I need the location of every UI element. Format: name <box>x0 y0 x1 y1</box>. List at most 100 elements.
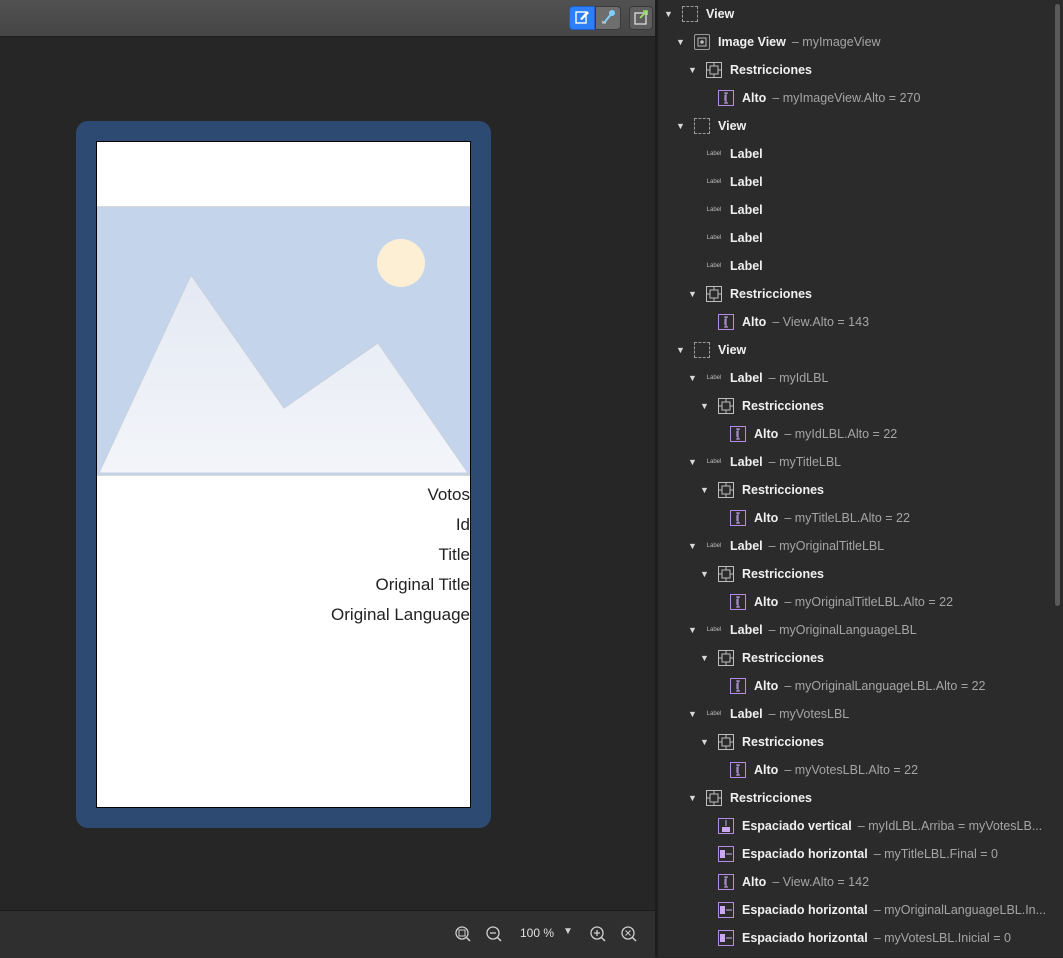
outline-row[interactable]: ▼ Restricciones <box>700 476 824 504</box>
interface-builder-canvas[interactable]: Votos Id Title Original Title Original L… <box>0 0 655 958</box>
outline-row[interactable]: ▼ View <box>676 112 746 140</box>
outline-row[interactable]: ▶LabelLabel <box>688 140 763 168</box>
image-view-placeholder[interactable] <box>97 206 470 476</box>
constraints-icon <box>718 482 734 498</box>
outline-item-name: Alto <box>754 511 779 525</box>
outline-row[interactable]: ▶LabelLabel <box>688 196 763 224</box>
height-constraint-icon <box>730 678 746 694</box>
outline-row[interactable]: ▶Alto– myOriginalTitleLBL.Alto = 22 <box>712 588 953 616</box>
assistant-editor-button[interactable] <box>595 6 621 30</box>
outline-row[interactable]: ▼ Label Label – myVotesLBL <box>688 700 849 728</box>
votes-label[interactable]: Votos <box>427 485 470 505</box>
zoom-in-icon[interactable] <box>589 925 607 943</box>
outline-row[interactable]: ▼ Label Label – myOriginalLanguageLBL <box>688 616 917 644</box>
disclosure-triangle-icon[interactable]: ▼ <box>700 401 710 411</box>
outline-row[interactable]: ▶LabelLabel <box>688 252 763 280</box>
outline-row[interactable]: ▶Alto– View.Alto = 142 <box>700 868 869 896</box>
constraints-icon <box>718 734 734 750</box>
outline-item-name: Image View <box>718 35 786 49</box>
disclosure-triangle-icon[interactable]: ▼ <box>688 541 698 551</box>
outline-row[interactable]: ▼ Restricciones <box>688 784 812 812</box>
outline-item-name: Restricciones <box>730 287 812 301</box>
outline-item-name: Label <box>730 371 763 385</box>
outline-row[interactable]: ▼ Restricciones <box>688 56 812 84</box>
outline-row[interactable]: ▼ View <box>664 0 734 28</box>
height-constraint-icon <box>730 426 746 442</box>
standard-editor-button[interactable] <box>569 6 595 30</box>
outline-item-detail: – myOriginalTitleLBL <box>768 539 885 553</box>
disclosure-triangle-icon[interactable]: ▼ <box>688 457 698 467</box>
zoom-dropdown-icon[interactable]: ▼ <box>563 926 573 937</box>
disclosure-triangle-icon[interactable]: ▼ <box>700 569 710 579</box>
original-language-label[interactable]: Original Language <box>331 605 470 625</box>
original-title-label[interactable]: Original Title <box>376 575 470 595</box>
document-outline[interactable]: ▼ View ▼ Image View – myImageView ▼ Restriccio… <box>658 0 1063 957</box>
outline-item-name: Alto <box>742 91 767 105</box>
disclosure-triangle-icon[interactable]: ▼ <box>688 289 698 299</box>
disclosure-triangle-icon[interactable]: ▼ <box>688 793 698 803</box>
disclosure-triangle-icon[interactable]: ▼ <box>688 65 698 75</box>
canvas-options-button[interactable] <box>629 6 653 30</box>
outline-row[interactable]: ▼ Label Label – myIdLBL <box>688 364 828 392</box>
outline-row[interactable]: ▼ Restricciones <box>700 728 824 756</box>
disclosure-triangle-icon[interactable]: ▼ <box>700 737 710 747</box>
outline-item-detail: – View.Alto = 143 <box>772 315 870 329</box>
id-label[interactable]: Id <box>456 515 470 535</box>
disclosure-triangle-icon[interactable]: ▼ <box>676 121 686 131</box>
outline-row[interactable]: ▼ Restricciones <box>700 644 824 672</box>
zoom-out-icon[interactable] <box>485 925 503 943</box>
outline-item-name: Label <box>730 203 763 217</box>
image-placeholder-icon <box>98 239 469 474</box>
outline-row[interactable]: ▶Espaciado horizontal– myOriginalLanguag… <box>700 896 1046 924</box>
outline-row[interactable]: ▼ Restricciones <box>700 560 824 588</box>
zoom-actual-size-icon[interactable] <box>620 925 638 943</box>
disclosure-triangle-icon[interactable]: ▼ <box>700 485 710 495</box>
zoom-level[interactable]: 100 % <box>520 926 554 940</box>
outline-row[interactable]: ▶Alto– myIdLBL.Alto = 22 <box>712 420 897 448</box>
title-label[interactable]: Title <box>439 545 471 565</box>
image-view-icon <box>694 34 710 50</box>
outline-item-name: Alto <box>754 595 779 609</box>
constraints-icon <box>718 566 734 582</box>
outline-row[interactable]: ▼ View <box>676 336 746 364</box>
outline-row[interactable]: ▶LabelLabel <box>688 224 763 252</box>
outline-row[interactable]: ▶Alto– View.Alto = 143 <box>700 308 869 336</box>
outline-item-name: Label <box>730 455 763 469</box>
disclosure-triangle-icon[interactable]: ▼ <box>664 9 674 19</box>
outline-row[interactable]: ▶Espaciado horizontal– myTitleLBL.Final … <box>700 840 998 868</box>
outline-row[interactable]: ▶Espaciado vertical– myIdLBL.Arriba = my… <box>700 812 1042 840</box>
outline-item-name: Espaciado horizontal <box>742 903 868 917</box>
outline-row[interactable]: ▼ Label Label – myOriginalTitleLBL <box>688 532 884 560</box>
outline-row[interactable]: ▼ Restricciones <box>688 280 812 308</box>
height-constraint-icon <box>718 314 734 330</box>
height-constraint-icon <box>718 874 734 890</box>
outline-row[interactable]: ▼ Restricciones <box>700 392 824 420</box>
zoom-to-fit-icon[interactable] <box>454 925 472 943</box>
outline-row[interactable]: ▶Espaciado horizontal– myVotesLBL.Inicia… <box>700 924 1011 952</box>
outline-row[interactable]: ▶LabelLabel <box>688 168 763 196</box>
outline-row[interactable]: ▶Alto– myImageView.Alto = 270 <box>700 84 920 112</box>
outline-row[interactable]: ▼ Label Label – myTitleLBL <box>688 448 841 476</box>
outline-row[interactable]: ▶Alto– myTitleLBL.Alto = 22 <box>712 504 910 532</box>
outline-item-name: Restricciones <box>742 651 824 665</box>
outline-item-detail: – myIdLBL.Alto = 22 <box>784 427 898 441</box>
outline-item-name: Restricciones <box>742 399 824 413</box>
view-controller-screen[interactable]: Votos Id Title Original Title Original L… <box>96 141 471 808</box>
view-icon <box>682 6 698 22</box>
horizontal-spacing-icon <box>718 902 734 918</box>
outline-row[interactable]: ▶Alto– myVotesLBL.Alto = 22 <box>712 756 918 784</box>
disclosure-triangle-icon[interactable]: ▼ <box>688 709 698 719</box>
outline-row[interactable]: ▼ Image View – myImageView <box>676 28 881 56</box>
outline-scrollbar[interactable] <box>1055 4 1060 606</box>
outline-item-name: Espaciado horizontal <box>742 931 868 945</box>
outline-item-detail: – myOriginalLanguageLBL <box>768 623 917 637</box>
outline-item-name: Label <box>730 623 763 637</box>
disclosure-triangle-icon[interactable]: ▼ <box>676 37 686 47</box>
disclosure-triangle-icon[interactable]: ▼ <box>700 653 710 663</box>
disclosure-triangle-icon[interactable]: ▼ <box>676 345 686 355</box>
outline-row[interactable]: ▶Alto– myOriginalLanguageLBL.Alto = 22 <box>712 672 986 700</box>
outline-item-name: View <box>718 343 747 357</box>
outline-item-name: Alto <box>754 679 779 693</box>
disclosure-triangle-icon[interactable]: ▼ <box>688 373 698 383</box>
disclosure-triangle-icon[interactable]: ▼ <box>688 625 698 635</box>
